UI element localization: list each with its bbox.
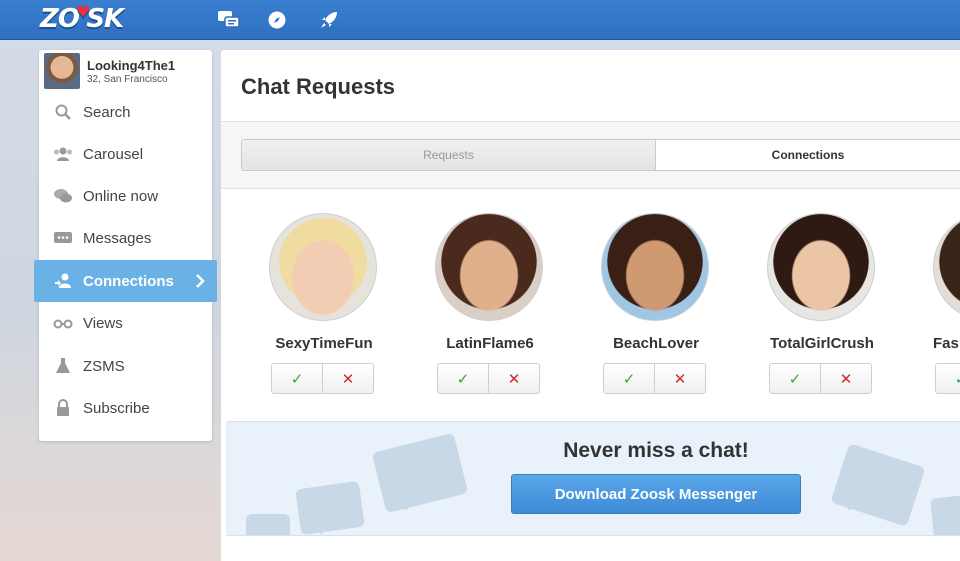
user-card: Fas ✓ ✕ [918, 213, 960, 398]
sidebar-item-label: Messages [83, 229, 152, 247]
user-name[interactable]: SexyTimeFun [244, 335, 404, 352]
compass-icon[interactable] [264, 8, 290, 32]
sidebar-item-online-now[interactable]: Online now [39, 175, 212, 217]
sidebar-item-label: Search [83, 103, 131, 121]
request-actions: ✓ ✕ [437, 363, 540, 394]
sidebar-item-label: Carousel [83, 145, 144, 163]
page-title: Chat Requests [241, 74, 396, 99]
messages-icon [53, 228, 73, 248]
main-panel: Chat Requests Requests Connections SexyT… [221, 50, 960, 561]
sidebar-item-subscribe[interactable]: Subscribe [39, 387, 212, 429]
views-glasses-icon [53, 313, 73, 333]
decline-button[interactable]: ✕ [821, 364, 871, 393]
user-photo[interactable] [601, 213, 709, 321]
sidebar-item-label: Online now [83, 187, 159, 205]
lock-icon [53, 398, 73, 418]
request-actions: ✓ ✕ [769, 363, 872, 394]
user-name[interactable]: TotalGirlCrush [742, 335, 902, 352]
sidebar-item-carousel[interactable]: Carousel [39, 133, 212, 175]
user-card: LatinFlame6 ✓ ✕ [420, 213, 560, 398]
user-photo[interactable] [269, 213, 377, 321]
avatar[interactable] [44, 53, 80, 89]
chat-bubbles-icon[interactable] [216, 8, 242, 32]
sidebar-item-views[interactable]: Views [39, 302, 212, 344]
chevron-right-icon [195, 273, 205, 294]
tab-requests[interactable]: Requests [242, 140, 656, 170]
user-photo[interactable] [767, 213, 875, 321]
user-photo[interactable] [435, 213, 543, 321]
accept-button[interactable]: ✓ [604, 364, 655, 393]
zoosk-logo[interactable]: ZO♥SK [40, 2, 124, 36]
decline-button[interactable]: ✕ [655, 364, 705, 393]
flask-icon [53, 356, 73, 376]
user-card: SexyTimeFun ✓ ✕ [254, 213, 394, 398]
user-name[interactable]: BeachLover [576, 335, 736, 352]
carousel-icon [53, 144, 73, 164]
messenger-promo-banner: Never miss a chat! Download Zoosk Messen… [226, 421, 960, 536]
user-photo[interactable] [933, 213, 960, 321]
sidebar-item-search[interactable]: Search [39, 91, 212, 133]
accept-button[interactable]: ✓ [272, 364, 323, 393]
tab-switcher: Requests Connections [241, 139, 960, 171]
sidebar-item-label: Views [83, 314, 123, 332]
sidebar-item-label: ZSMS [83, 357, 125, 375]
top-navigation-bar: ZO♥SK [0, 0, 960, 40]
request-actions: ✓ ✕ [603, 363, 706, 394]
decline-button[interactable]: ✕ [489, 364, 539, 393]
divider [221, 188, 960, 189]
tab-connections[interactable]: Connections [656, 140, 960, 170]
accept-button[interactable]: ✓ [936, 364, 960, 393]
sidebar: Looking4The1 32, San Francisco Search Ca… [34, 50, 217, 441]
user-name[interactable]: LatinFlame6 [410, 335, 570, 352]
search-icon [53, 102, 73, 122]
request-actions: ✓ ✕ [935, 363, 960, 394]
user-name[interactable]: Fas [933, 335, 959, 352]
chat-bubble-decoration-icon [246, 514, 290, 535]
user-card: BeachLover ✓ ✕ [586, 213, 726, 398]
sidebar-item-label: Connections [83, 272, 174, 290]
profile-name: Looking4The1 [87, 58, 176, 73]
connections-icon [53, 271, 73, 291]
sidebar-item-connections[interactable]: Connections [34, 260, 217, 302]
sidebar-item-label: Subscribe [83, 399, 150, 417]
chat-bubble-decoration-icon [930, 493, 960, 535]
rocket-icon[interactable] [316, 8, 342, 32]
chat-bubble-decoration-icon [295, 480, 365, 535]
accept-button[interactable]: ✓ [438, 364, 489, 393]
promo-title: Never miss a chat! [563, 439, 749, 462]
sidebar-item-zsms[interactable]: ZSMS [39, 345, 212, 387]
request-actions: ✓ ✕ [271, 363, 374, 394]
online-chat-icon [53, 186, 73, 206]
user-card: TotalGirlCrush ✓ ✕ [752, 213, 892, 398]
decline-button[interactable]: ✕ [323, 364, 373, 393]
sidebar-item-messages[interactable]: Messages [39, 217, 212, 259]
tabs-bar: Requests Connections [221, 122, 960, 188]
profile-summary[interactable]: Looking4The1 32, San Francisco [42, 53, 209, 91]
accept-button[interactable]: ✓ [770, 364, 821, 393]
profile-meta: 32, San Francisco [87, 74, 168, 85]
download-messenger-button[interactable]: Download Zoosk Messenger [511, 474, 801, 514]
